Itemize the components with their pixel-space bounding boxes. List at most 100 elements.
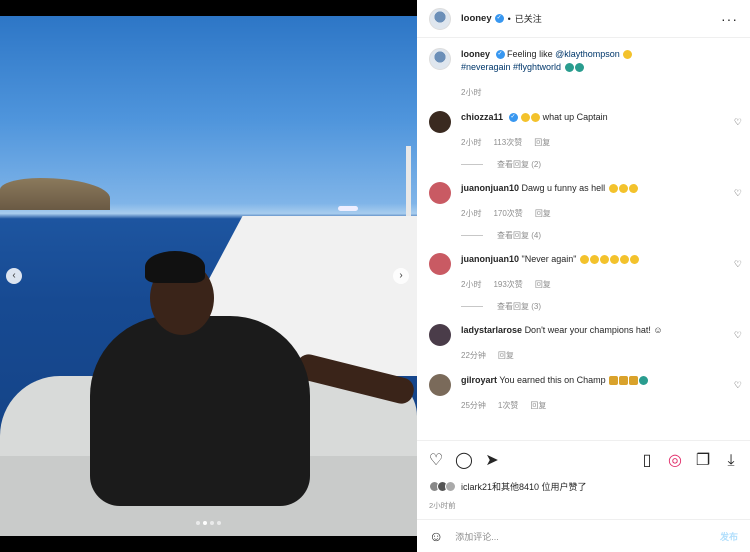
like-comment-heart-icon[interactable]: ♡ [734, 188, 742, 199]
comment-avatar[interactable] [429, 111, 451, 133]
trophy-emoji-icon [629, 376, 639, 386]
post-image[interactable]: ‹ › [0, 16, 417, 536]
person-body [90, 316, 310, 506]
rofl-emoji-icon [589, 255, 599, 265]
view-replies-button[interactable]: 查看回复 (2) [461, 159, 750, 170]
comment-body: gilroyart You earned this on Champ 25分钟 … [461, 374, 731, 412]
rofl-emoji-icon [599, 255, 609, 265]
laughing-emoji-icon [521, 113, 531, 123]
caption-meta: 2小时 [461, 86, 731, 99]
comment-time: 2小时 [461, 138, 482, 147]
separator-dot: • [507, 13, 511, 24]
comment-avatar[interactable] [429, 374, 451, 396]
island [0, 178, 110, 210]
comments-list[interactable]: looney ✓ Feeling like @klaythompson #nev… [417, 38, 750, 440]
author-username[interactable]: looney [461, 13, 492, 24]
rofl-emoji-icon [618, 184, 628, 194]
view-replies-button[interactable]: 查看回复 (3) [461, 301, 750, 312]
trophy-emoji-icon [619, 376, 629, 386]
comment-avatar[interactable] [429, 253, 451, 275]
view-replies-button[interactable]: 查看回复 (4) [461, 230, 750, 241]
caption-text: Feeling like [507, 49, 556, 59]
comment-username[interactable]: juanonjuan10 [461, 183, 519, 193]
caption-mention[interactable]: @klaythompson [555, 49, 620, 59]
caption-body: looney ✓ Feeling like @klaythompson #nev… [461, 48, 731, 99]
comment-username[interactable]: chiozza11 [461, 112, 503, 122]
reply-button[interactable]: 回复 [534, 136, 550, 149]
previous-image-button[interactable]: ‹ [6, 268, 22, 284]
comment-username[interactable]: gilroyart [461, 375, 497, 385]
comment-item: gilroyart You earned this on Champ 25分钟 … [417, 362, 750, 412]
liker-avatar [445, 481, 456, 492]
emoji-picker-icon[interactable]: ☺ [429, 528, 443, 544]
next-image-button[interactable]: › [393, 268, 409, 284]
caption: looney ✓ Feeling like @klaythompson #nev… [417, 38, 750, 99]
likes-summary[interactable]: iclark21和其他8410 位用户赞了 [429, 480, 587, 493]
comment-input[interactable]: 添加评论... [455, 530, 499, 543]
rofl-emoji-icon [619, 255, 629, 265]
comment-meta: 2小时 170次赞 回复 [461, 207, 731, 220]
share-send-icon[interactable]: ➤ [483, 452, 501, 470]
comment-likes[interactable]: 113次赞 [493, 136, 522, 149]
caption-username[interactable]: looney [461, 49, 490, 59]
carousel-dot-active [203, 521, 207, 525]
author-avatar[interactable] [429, 7, 451, 30]
author-avatar[interactable] [429, 48, 451, 70]
comment-likes[interactable]: 170次赞 [493, 207, 522, 220]
like-comment-heart-icon[interactable]: ♡ [734, 380, 742, 391]
view-replies-label[interactable]: 查看回复 (3) [497, 301, 541, 312]
carousel-dot [217, 521, 221, 525]
comment-avatar[interactable] [429, 324, 451, 346]
following-button[interactable]: 已关注 [515, 12, 542, 25]
more-options-icon[interactable]: ··· [721, 11, 738, 27]
view-replies-label[interactable]: 查看回复 (2) [497, 159, 541, 170]
comment-avatar[interactable] [429, 182, 451, 204]
likes-text[interactable]: iclark21和其他8410 位用户赞了 [461, 480, 587, 493]
comment-bubble-icon[interactable]: ◯ [455, 452, 473, 470]
carousel-dot [210, 521, 214, 525]
globe-emoji-icon [564, 63, 574, 73]
carousel-dot [196, 521, 200, 525]
comment-body: juanonjuan10 Dawg u funny as hell 2小时 17… [461, 182, 731, 220]
comment-time: 25分钟 [461, 401, 486, 410]
rofl-emoji-icon [628, 184, 638, 194]
comment-text: Don't wear your champions hat! ☺ [524, 325, 663, 335]
reply-button[interactable]: 回复 [530, 399, 546, 412]
comment-meta: 22分钟 回复 [461, 349, 731, 362]
reply-button[interactable]: 回复 [535, 207, 551, 220]
reels-circle-icon[interactable]: ◎ [666, 452, 684, 470]
action-bar: ♡ ◯ ➤ ▯ ◎ ❐ ⤓ [417, 440, 750, 480]
download-icon[interactable]: ⤓ [722, 452, 740, 470]
post-header: looney ✓ • 已关注 ··· [417, 0, 750, 38]
rofl-emoji-icon [608, 184, 618, 194]
boat-mast [406, 146, 411, 216]
caption-time: 2小时 [461, 88, 482, 97]
comment-meta: 2小时 113次赞 回复 [461, 136, 731, 149]
copy-icon[interactable]: ❐ [694, 452, 712, 470]
like-heart-icon[interactable]: ♡ [427, 452, 445, 470]
like-comment-heart-icon[interactable]: ♡ [734, 259, 742, 270]
comment-body: juanonjuan10 "Never again" 2小时 193次赞 回复 [461, 253, 731, 291]
comment-likes[interactable]: 1次赞 [498, 399, 518, 412]
sunglasses-emoji-icon [623, 50, 633, 60]
view-replies-label[interactable]: 查看回复 (4) [497, 230, 541, 241]
comment-username[interactable]: ladystarlarose [461, 325, 522, 335]
caption-hashtags[interactable]: #neveragain #flyghtworld [461, 62, 561, 72]
distant-boat [338, 206, 358, 211]
like-comment-heart-icon[interactable]: ♡ [734, 330, 742, 341]
replies-line [461, 235, 483, 236]
comment-likes[interactable]: 193次赞 [493, 278, 522, 291]
bookmark-icon[interactable]: ▯ [638, 452, 656, 470]
replies-line [461, 306, 483, 307]
comment-time: 2小时 [461, 209, 482, 218]
post-comment-button[interactable]: 发布 [720, 530, 738, 543]
reply-button[interactable]: 回复 [498, 349, 514, 362]
like-comment-heart-icon[interactable]: ♡ [734, 117, 742, 128]
comment-username[interactable]: juanonjuan10 [461, 254, 519, 264]
comment-meta: 25分钟 1次赞 回复 [461, 399, 731, 412]
comment-time: 2小时 [461, 280, 482, 289]
comment-body: chiozza11 ✓ what up Captain 2小时 113次赞 回复 [461, 111, 731, 149]
comment-time: 22分钟 [461, 351, 486, 360]
comment-text: You earned this on Champ [499, 375, 606, 385]
reply-button[interactable]: 回复 [535, 278, 551, 291]
